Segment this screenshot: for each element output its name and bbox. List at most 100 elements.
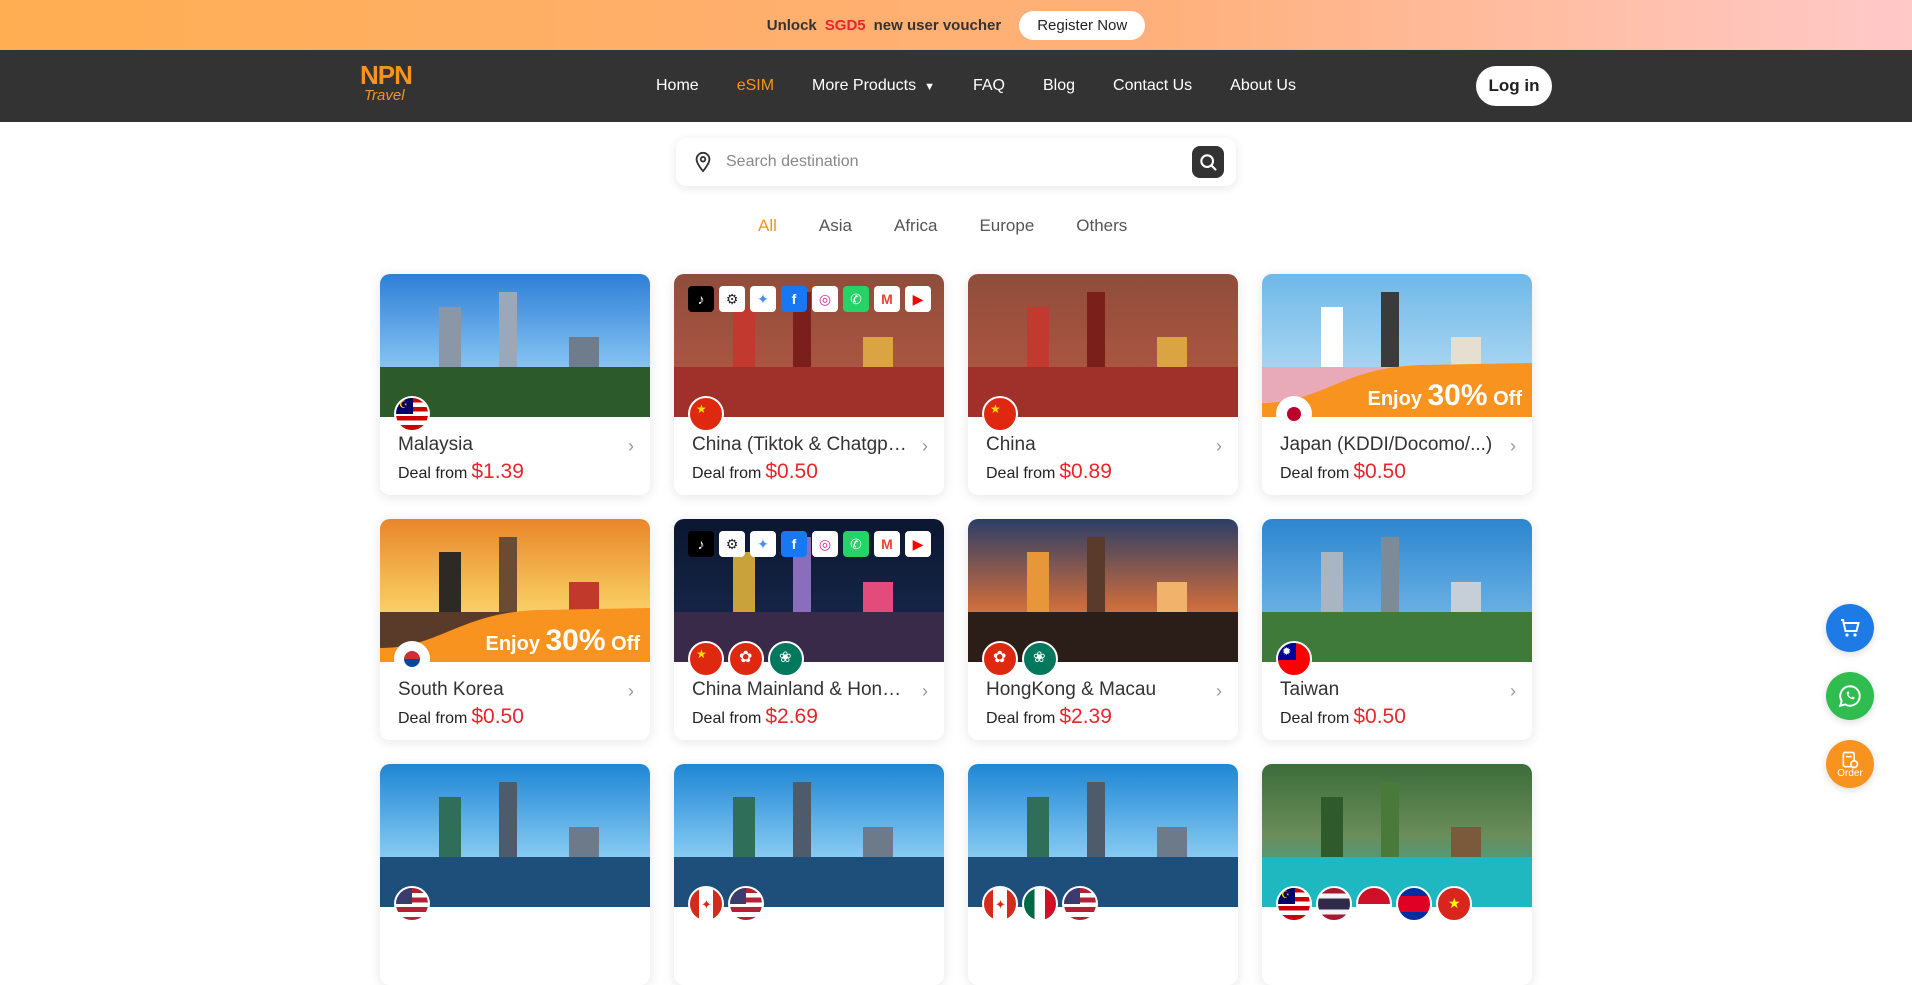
deal-label: Deal from xyxy=(986,465,1056,482)
destination-name: China Mainland & Hong Kong... xyxy=(692,679,907,700)
deal-price: $0.50 xyxy=(471,705,524,728)
flag-cn-icon: ★ xyxy=(688,641,724,677)
flag-id-icon xyxy=(1356,886,1392,922)
chevron-right-icon: › xyxy=(628,681,634,701)
nav-item-home[interactable]: Home xyxy=(656,77,699,95)
logo[interactable]: NPN Travel xyxy=(360,62,422,110)
tab-asia[interactable]: Asia xyxy=(819,216,852,236)
whatsapp-button[interactable] xyxy=(1826,672,1874,720)
flag-mo-icon: ❀ xyxy=(768,641,804,677)
destination-card[interactable]: ☪ Malaysia › Deal from $1.39 xyxy=(380,274,650,495)
main-navbar: NPN Travel Home eSIM More Products ▼ FAQ … xyxy=(0,50,1912,122)
destination-card[interactable] xyxy=(380,764,650,985)
deal-price: $2.69 xyxy=(765,705,818,728)
destination-card[interactable]: ✿ ❀ HongKong & Macau › Deal from $2.39 xyxy=(968,519,1238,740)
nav-item-faq[interactable]: FAQ xyxy=(973,77,1005,95)
flag-my-icon: ☪ xyxy=(1276,886,1312,922)
nav-menu: Home eSIM More Products ▼ FAQ Blog Contac… xyxy=(656,50,1296,122)
deal-text: Deal from $0.50 xyxy=(1280,460,1406,484)
deal-text: Deal from $1.39 xyxy=(398,460,524,484)
flag-ca-icon: ✦ xyxy=(982,886,1018,922)
destination-card[interactable]: Enjoy 30% Off Japan (KDDI/Docomo/...) › Dea… xyxy=(1262,274,1532,495)
cart-button[interactable] xyxy=(1826,604,1874,652)
chatgpt-icon: ⚙ xyxy=(719,531,745,557)
country-flags: ★ xyxy=(688,396,724,432)
nav-item-contact-us[interactable]: Contact Us xyxy=(1113,77,1192,95)
deal-price: $1.39 xyxy=(471,460,524,483)
gmail-icon: M xyxy=(874,531,900,557)
flag-cn-icon: ★ xyxy=(688,396,724,432)
deal-price: $0.50 xyxy=(1353,705,1406,728)
flag-hk-icon: ✿ xyxy=(728,641,764,677)
chevron-right-icon: › xyxy=(922,681,928,701)
deal-text: Deal from $2.69 xyxy=(692,705,818,729)
offer-off: Off xyxy=(1493,388,1522,410)
flag-mx-icon xyxy=(1022,886,1058,922)
deal-text: Deal from $0.50 xyxy=(1280,705,1406,729)
gemini-icon: ✦ xyxy=(750,531,776,557)
destination-card[interactable]: ♪⚙✦f◎✆M▶ ★✿❀China Mainland & Hong Kong...… xyxy=(674,519,944,740)
destination-card[interactable]: ✦ xyxy=(674,764,944,985)
destination-card[interactable]: ★ China › Deal from $0.89 xyxy=(968,274,1238,495)
deal-label: Deal from xyxy=(986,710,1056,727)
order-button[interactable]: Order xyxy=(1826,740,1874,788)
nav-item-more-products[interactable]: More Products ▼ xyxy=(812,77,935,95)
promo-amount: SGD5 xyxy=(824,16,866,34)
tab-others[interactable]: Others xyxy=(1076,216,1127,236)
deal-price: $0.89 xyxy=(1059,460,1112,483)
deal-price: $2.39 xyxy=(1059,705,1112,728)
tab-africa[interactable]: Africa xyxy=(894,216,937,236)
destination-card[interactable]: ☪ ★ xyxy=(1262,764,1532,985)
logo-mark: NPN xyxy=(360,60,413,90)
promo-prefix: Unlock xyxy=(766,16,817,34)
location-pin-icon xyxy=(695,151,711,173)
destination-name: China (Tiktok & Chatgpt...) xyxy=(692,434,907,455)
offer-percent: 30% xyxy=(545,624,606,657)
login-button[interactable]: Log in xyxy=(1476,66,1552,106)
gemini-icon: ✦ xyxy=(750,286,776,312)
gmail-icon: M xyxy=(874,286,900,312)
flag-us-icon xyxy=(1062,886,1098,922)
chatgpt-icon: ⚙ xyxy=(719,286,745,312)
whatsapp-icon: ✆ xyxy=(843,286,869,312)
destination-card[interactable]: ♪ ⚙ ✦ f ◎ ✆ M ▶ ★ China (Tiktok & Chatgpt...) › Dea… xyxy=(674,274,944,495)
offer-off: Off xyxy=(611,633,640,655)
nav-item-about-us[interactable]: About Us xyxy=(1230,77,1296,95)
tab-europe[interactable]: Europe xyxy=(979,216,1034,236)
country-flags: ✦ xyxy=(688,886,764,922)
deal-label: Deal from xyxy=(398,710,468,727)
destination-card[interactable]: ✹ Taiwan › Deal from $0.50 xyxy=(1262,519,1532,740)
instagram-icon: ◎ xyxy=(812,286,838,312)
nav-item-more-products-label: More Products xyxy=(812,77,917,94)
promo-banner: Unlock SGD5 new user voucher Register No… xyxy=(0,0,1912,50)
destination-card[interactable]: Enjoy 30% Off South Korea › Deal from $0.50 xyxy=(380,519,650,740)
youtube-icon: ▶ xyxy=(905,286,931,312)
logo-word: Travel xyxy=(364,87,405,104)
country-flags xyxy=(1276,396,1312,432)
facebook-icon: f xyxy=(781,286,807,312)
whatsapp-icon: ✆ xyxy=(843,531,869,557)
tab-all[interactable]: All xyxy=(758,216,777,236)
flag-jp-icon xyxy=(1276,396,1312,432)
youtube-icon: ▶ xyxy=(905,531,931,557)
nav-item-esim[interactable]: eSIM xyxy=(737,77,774,95)
nav-item-blog[interactable]: Blog xyxy=(1043,77,1075,95)
destination-name: Malaysia xyxy=(398,434,473,455)
chevron-right-icon: › xyxy=(1510,681,1516,701)
destination-card[interactable]: ✦ xyxy=(968,764,1238,985)
chevron-right-icon: › xyxy=(628,436,634,456)
offer-percent: 30% xyxy=(1427,379,1488,412)
flag-ca-icon: ✦ xyxy=(688,886,724,922)
search-button[interactable] xyxy=(1192,146,1224,178)
destination-name: HongKong & Macau xyxy=(986,679,1157,700)
country-flags: ★ xyxy=(982,396,1018,432)
deal-price: $0.50 xyxy=(1353,460,1406,483)
register-now-button[interactable]: Register Now xyxy=(1019,10,1146,40)
flag-kh-icon xyxy=(1396,886,1432,922)
country-flags: ☪ ★ xyxy=(1276,886,1472,922)
chevron-right-icon: › xyxy=(1510,436,1516,456)
whatsapp-icon xyxy=(1838,685,1861,708)
destination-name: Taiwan xyxy=(1280,679,1340,700)
search-input[interactable] xyxy=(714,153,1192,171)
order-label: Order xyxy=(1837,767,1863,779)
